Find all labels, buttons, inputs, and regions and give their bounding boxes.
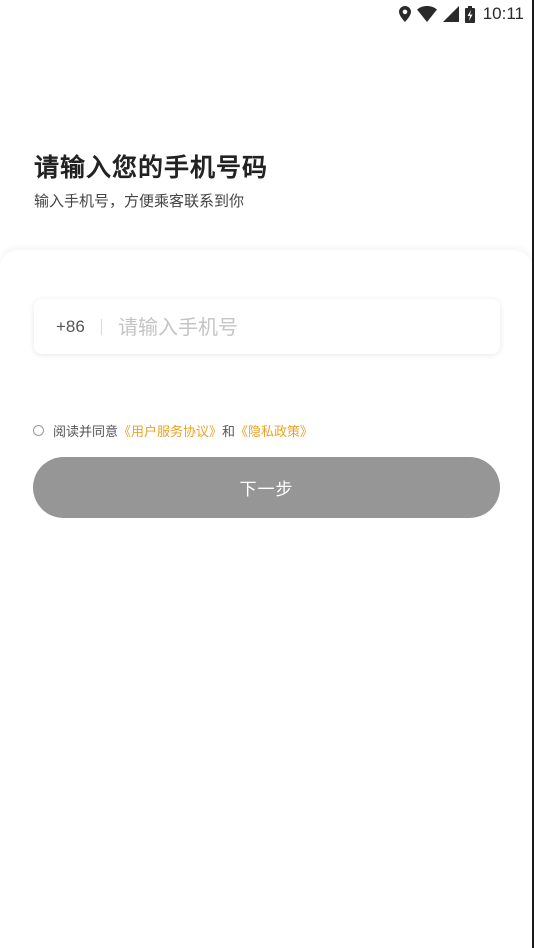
phone-input-box[interactable]: +86	[34, 299, 500, 354]
login-screen: 10:11 请输入您的手机号码 输入手机号，方便乘客联系到你 +86 阅读并同意…	[0, 0, 532, 948]
country-code[interactable]: +86	[56, 317, 90, 337]
agreement-row: 阅读并同意 《用户服务协议》 和 《隐私政策》	[33, 421, 313, 440]
location-icon	[398, 6, 411, 22]
user-agreement-link[interactable]: 《用户服务协议》	[118, 421, 222, 440]
agreement-checkbox[interactable]	[33, 425, 44, 436]
form-card	[0, 250, 532, 948]
privacy-policy-link[interactable]: 《隐私政策》	[235, 421, 313, 440]
battery-charging-icon	[464, 5, 475, 23]
status-time: 10:11	[482, 4, 524, 23]
agreement-prefix: 阅读并同意	[53, 425, 119, 440]
status-bar: 10:11	[0, 0, 532, 28]
phone-input[interactable]	[118, 314, 458, 339]
page-title: 请输入您的手机号码	[34, 153, 269, 182]
wifi-icon	[416, 6, 437, 22]
page-subtitle: 输入手机号，方便乘客联系到你	[34, 192, 245, 210]
agreement-conjunction: 和	[222, 425, 236, 440]
signal-icon	[442, 6, 459, 22]
next-step-button[interactable]: 下一步	[33, 457, 500, 518]
country-code-divider	[101, 318, 102, 335]
